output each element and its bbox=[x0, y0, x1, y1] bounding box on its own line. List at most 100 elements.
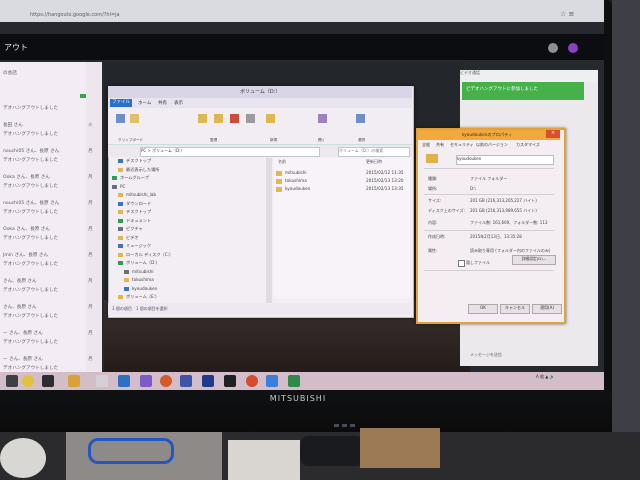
tab-view[interactable]: 表示 bbox=[174, 100, 183, 106]
column-name[interactable]: 名前 bbox=[278, 159, 286, 165]
app-icon-blue[interactable] bbox=[118, 375, 130, 387]
terminal-icon[interactable] bbox=[42, 375, 54, 387]
address-bar[interactable]: https://hangouts.google.com/?hl=ja bbox=[30, 12, 550, 20]
conversation-item[interactable]: デオハングアウトしました bbox=[0, 92, 86, 118]
conversation-item[interactable]: nouchi05 さん、長原 さん デオハングアウトしました 月 bbox=[0, 196, 93, 222]
select-all-icon[interactable] bbox=[356, 114, 365, 123]
conversation-item[interactable]: Ooka さん、長原 さん デオハングアウトしました 月 bbox=[0, 170, 93, 196]
nav-item[interactable]: ボリューム（E:） bbox=[118, 294, 159, 300]
nav-item[interactable]: mitsubishi_lab bbox=[118, 192, 156, 197]
nav-item[interactable]: ビデオ bbox=[118, 235, 139, 241]
nav-item[interactable]: kyoudouken bbox=[124, 286, 157, 291]
cancel-button[interactable]: キャンセル bbox=[500, 304, 530, 314]
nav-item[interactable]: ピクチャ bbox=[118, 226, 143, 232]
close-icon[interactable]: × bbox=[546, 130, 560, 138]
tab-customize[interactable]: カスタマイズ bbox=[516, 142, 540, 148]
folder-icon bbox=[276, 178, 282, 184]
hangouts-account-icons bbox=[548, 38, 588, 53]
file-name: kyoudouken bbox=[285, 186, 311, 191]
conversation-name: ー さん、長原 さん bbox=[3, 357, 43, 362]
delete-icon[interactable] bbox=[230, 114, 239, 123]
nav-item-label: mitsubishi bbox=[132, 268, 154, 274]
chrome-icon[interactable] bbox=[22, 375, 34, 387]
tab-share[interactable]: 共有 bbox=[158, 100, 167, 106]
nav-item[interactable]: tokushima bbox=[124, 277, 154, 282]
nav-item[interactable]: ローカル ディスク（C:） bbox=[118, 252, 173, 258]
path-input[interactable]: PC > ボリューム（D:） bbox=[140, 147, 320, 157]
navigation-pane: デスクトップ 最近表示した場所 ホームグループ PC mitsubishi_lab ダウン… bbox=[112, 158, 262, 308]
ok-button[interactable]: OK bbox=[468, 304, 498, 314]
app-icon-purple[interactable] bbox=[140, 375, 152, 387]
folder-icon bbox=[118, 201, 123, 206]
folder-icon bbox=[118, 235, 123, 240]
paste-icon[interactable] bbox=[130, 114, 139, 123]
rename-icon[interactable] bbox=[246, 114, 255, 123]
excel-icon[interactable] bbox=[288, 375, 300, 387]
search-input[interactable]: ボリューム（D:）の検索 bbox=[338, 147, 410, 157]
conversation-item[interactable]: さん、長原 さん デオハングアウトしました 月 bbox=[0, 274, 93, 300]
advanced-button[interactable]: 詳細設定(D)... bbox=[512, 255, 556, 265]
nav-item[interactable]: ボリューム（D:） bbox=[118, 260, 160, 266]
conversation-item[interactable]: の会話 bbox=[0, 66, 86, 92]
wooden-box bbox=[360, 428, 440, 468]
hidden-checkbox[interactable] bbox=[458, 260, 465, 267]
conversation-item[interactable]: ー さん、長原 さん デオハングアウトしました 月 bbox=[0, 326, 93, 352]
cmd-icon[interactable] bbox=[224, 375, 236, 387]
file-date: 2015/02/12 11:35 bbox=[366, 170, 404, 175]
nav-item[interactable]: デスクトップ bbox=[118, 158, 151, 164]
nav-item[interactable]: ホームグループ bbox=[112, 175, 149, 181]
browser-menu-icons[interactable]: ☆ ≡ bbox=[560, 10, 600, 20]
file-row[interactable]: tokushima 2015/02/13 13:20 bbox=[276, 178, 406, 186]
video-call-icon[interactable] bbox=[80, 94, 86, 98]
nav-item[interactable]: mitsubishi bbox=[124, 269, 154, 274]
file-explorer-icon[interactable] bbox=[68, 375, 80, 387]
message-input[interactable]: メッセージを送信 bbox=[470, 352, 580, 362]
folder-name-field[interactable]: kyoudouken bbox=[456, 155, 554, 165]
conversation-item[interactable]: nouchi05 さん、長原 さん デオハングアウトしました 月 bbox=[0, 144, 93, 170]
copy-to-icon[interactable] bbox=[214, 114, 223, 123]
nav-item[interactable]: ダウンロード bbox=[118, 201, 151, 207]
apps-icon[interactable] bbox=[548, 43, 558, 53]
app-icon-b[interactable] bbox=[266, 375, 278, 387]
firefox-icon[interactable] bbox=[160, 375, 172, 387]
folder-icon bbox=[118, 261, 123, 265]
conversation-preview: デオハングアウトしました bbox=[3, 340, 59, 345]
app-icon-dark[interactable] bbox=[202, 375, 214, 387]
file-row[interactable]: mitsubishi 2015/02/12 11:35 bbox=[276, 170, 406, 178]
nav-item[interactable]: 最近表示した場所 bbox=[118, 167, 160, 173]
conversation-item[interactable]: Ooka さん、長原 さん デオハングアウトしました 月 bbox=[0, 222, 93, 248]
nav-item[interactable]: デスクトップ bbox=[118, 209, 151, 215]
move-to-icon[interactable] bbox=[198, 114, 207, 123]
folder-icon bbox=[118, 167, 123, 172]
window-icon[interactable] bbox=[96, 375, 108, 387]
conversation-item[interactable]: Jmin さん、長原 さん デオハングアウトしました 月 bbox=[0, 248, 93, 274]
nav-item[interactable]: ミュージック bbox=[118, 243, 151, 249]
avatar[interactable] bbox=[568, 43, 579, 53]
app-icon-red[interactable] bbox=[246, 375, 258, 387]
nav-item[interactable]: ドキュメント bbox=[118, 218, 151, 224]
conversation-item[interactable]: さん、長原 さん デオハングアウトしました 月 bbox=[0, 300, 93, 326]
tab-file[interactable]: ファイル bbox=[110, 99, 132, 107]
copy-icon[interactable] bbox=[116, 114, 125, 123]
tab-home[interactable]: ホーム bbox=[138, 100, 151, 106]
app-icon-grid[interactable] bbox=[180, 375, 192, 387]
pane-splitter[interactable] bbox=[266, 158, 272, 308]
hangouts-title: アウト bbox=[4, 43, 28, 52]
nav-item[interactable]: PC bbox=[112, 184, 125, 189]
column-date[interactable]: 更新日時 bbox=[366, 159, 382, 165]
properties-title-bar[interactable]: kyoudoukenのプロパティ bbox=[418, 130, 560, 140]
new-folder-icon[interactable] bbox=[266, 114, 275, 123]
conversation-name: nouchi05 さん、長原 さん bbox=[3, 201, 60, 206]
conversation-name: Ooka さん、長原 さん bbox=[3, 175, 50, 180]
properties-icon[interactable] bbox=[318, 114, 327, 123]
tab-sharing[interactable]: 共有 bbox=[436, 142, 444, 148]
system-tray[interactable]: A 般 ▲ 🔊 bbox=[536, 374, 602, 388]
tab-previous-versions[interactable]: 以前のバージョン bbox=[476, 142, 508, 148]
start-icon[interactable] bbox=[6, 375, 18, 387]
apply-button[interactable]: 適用(A) bbox=[532, 304, 562, 314]
conversation-item[interactable]: 長田 さん デオハングアウトしました 火 bbox=[0, 118, 93, 144]
file-row[interactable]: kyoudouken 2015/02/13 13:35 bbox=[276, 186, 406, 194]
tab-general[interactable]: 全般 bbox=[422, 142, 430, 148]
tab-security[interactable]: セキュリティ bbox=[450, 142, 474, 148]
file-date: 2015/02/13 13:20 bbox=[366, 178, 404, 183]
